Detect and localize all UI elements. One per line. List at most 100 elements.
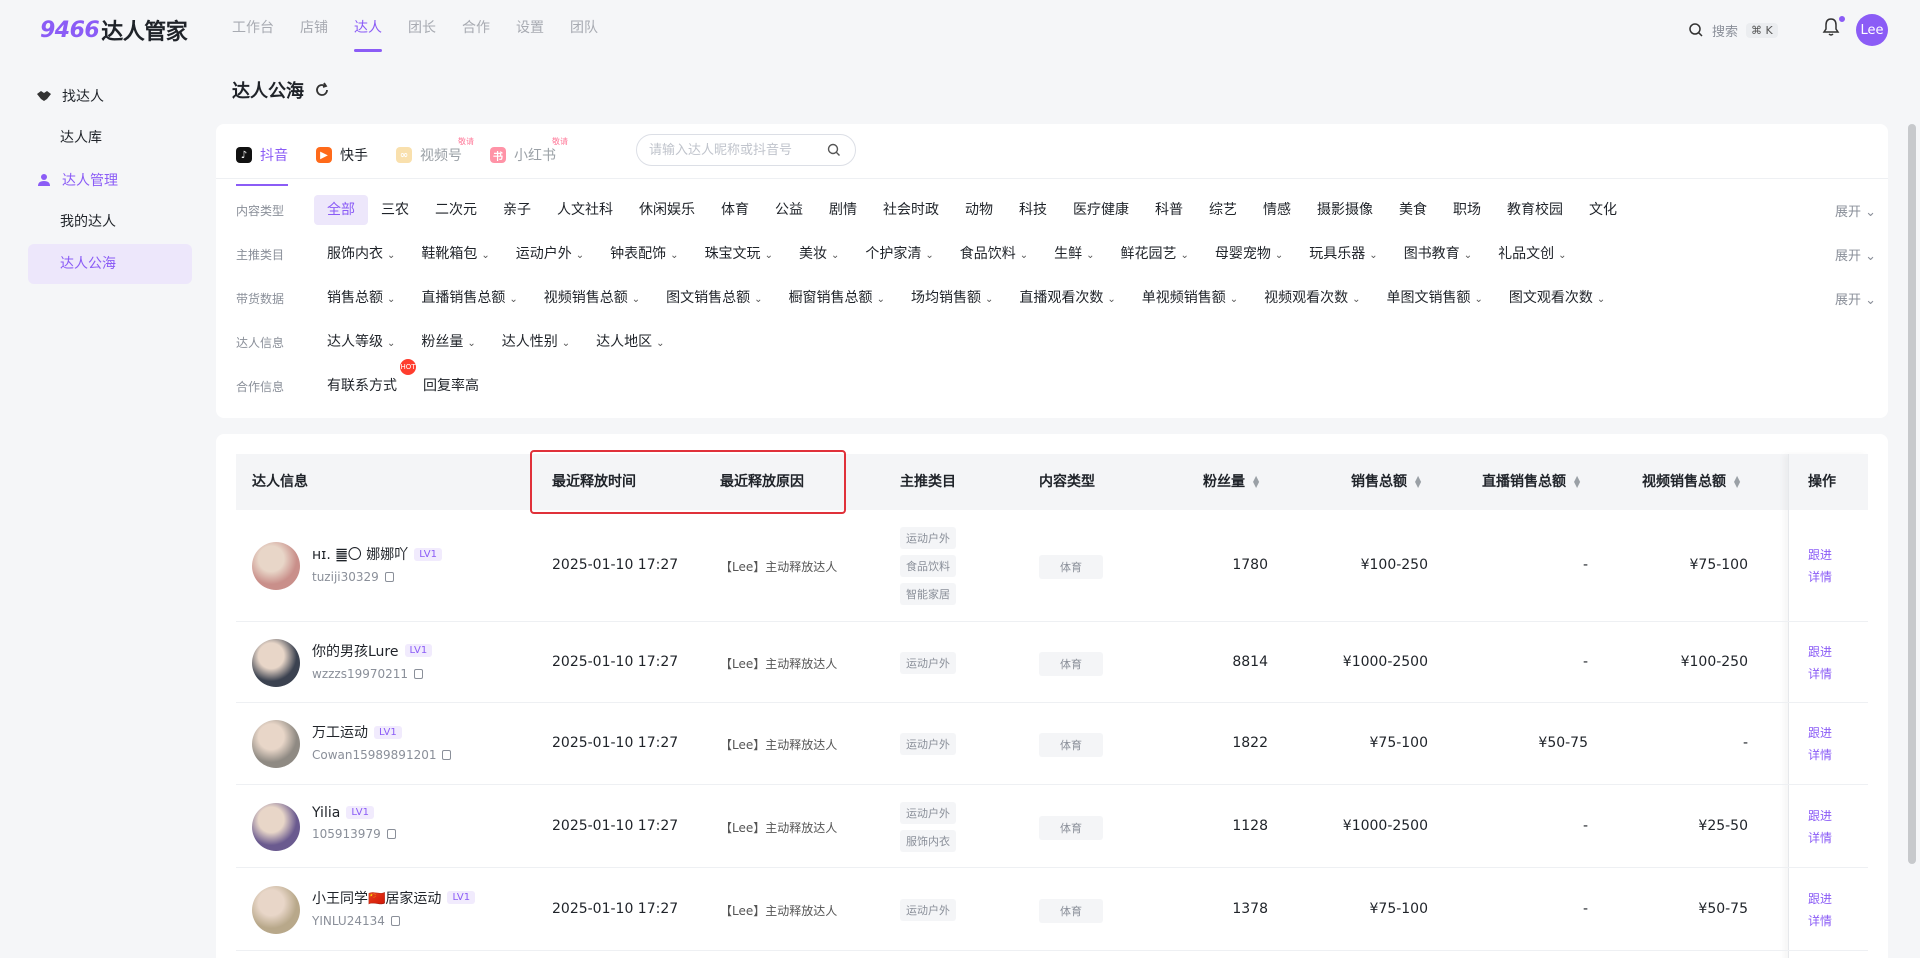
expand-toggle[interactable]: 展开 ⌄: [1835, 201, 1876, 220]
sidebar-group-find-kol[interactable]: 找达人: [28, 76, 192, 116]
filter-chip[interactable]: 达人地区 ⌄: [583, 327, 677, 357]
filter-chip[interactable]: 教育校园: [1494, 195, 1576, 225]
kol-name[interactable]: Yilia: [312, 805, 340, 821]
filter-chip[interactable]: 全部: [314, 195, 368, 225]
chip-has-contact[interactable]: 有联系方式 HOT: [314, 359, 416, 401]
sort-icon[interactable]: ▲ ▼: [1574, 475, 1580, 489]
copy-icon[interactable]: [384, 572, 394, 582]
sidebar-group-kol-management[interactable]: 达人管理: [28, 160, 192, 200]
avatar[interactable]: [252, 542, 300, 590]
sort-icon[interactable]: ▲ ▼: [1253, 475, 1259, 489]
follow-up-link[interactable]: 跟进: [1808, 722, 1832, 744]
filter-chip[interactable]: 运动户外 ⌄: [503, 239, 597, 269]
kol-name[interactable]: 你的男孩Lure: [312, 641, 399, 661]
filter-chip[interactable]: 橱窗销售总额 ⌄: [776, 283, 898, 313]
follow-up-link[interactable]: 跟进: [1808, 641, 1832, 663]
sidebar-item-kol-library[interactable]: 达人库: [28, 118, 192, 158]
filter-chip[interactable]: 服饰内衣 ⌄: [314, 239, 408, 269]
filter-chip[interactable]: 单图文销售额 ⌄: [1374, 283, 1496, 313]
th-video-sales[interactable]: 视频销售总额 ▲ ▼: [1642, 454, 1740, 510]
filter-chip[interactable]: 达人等级 ⌄: [314, 327, 408, 357]
expand-toggle[interactable]: 展开 ⌄: [1835, 289, 1876, 308]
user-avatar[interactable]: Lee: [1856, 14, 1888, 46]
details-link[interactable]: 详情: [1808, 827, 1832, 849]
filter-chip[interactable]: 综艺: [1196, 195, 1250, 225]
th-live-sales[interactable]: 直播销售总额 ▲ ▼: [1482, 454, 1580, 510]
notification-bell-icon[interactable]: [1822, 15, 1846, 41]
avatar[interactable]: [252, 885, 300, 934]
details-link[interactable]: 详情: [1808, 566, 1832, 588]
avatar[interactable]: [252, 720, 300, 768]
filter-chip[interactable]: 直播销售总额 ⌄: [408, 283, 530, 313]
nav-item-workbench[interactable]: 工作台: [232, 0, 274, 60]
filter-chip[interactable]: 钟表配饰 ⌄: [597, 239, 691, 269]
filter-chip[interactable]: 珠宝文玩 ⌄: [692, 239, 786, 269]
filter-chip[interactable]: 科技: [1006, 195, 1060, 225]
nav-item-cooperation[interactable]: 合作: [462, 0, 490, 60]
filter-chip[interactable]: 达人性别 ⌄: [489, 327, 583, 357]
kol-name[interactable]: 万工运动: [312, 722, 368, 742]
filter-chip[interactable]: 科普: [1142, 195, 1196, 225]
filter-chip[interactable]: 视频销售总额 ⌄: [531, 283, 653, 313]
copy-icon[interactable]: [386, 828, 396, 839]
details-link[interactable]: 详情: [1808, 910, 1832, 932]
sidebar-item-my-kol[interactable]: 我的达人: [28, 202, 192, 242]
copy-icon[interactable]: [414, 668, 424, 679]
kol-name[interactable]: 小王同学🇨🇳居家运动: [312, 888, 441, 908]
filter-chip[interactable]: 视频观看次数 ⌄: [1251, 283, 1373, 313]
details-link[interactable]: 详情: [1808, 663, 1832, 685]
copy-icon[interactable]: [442, 750, 452, 760]
filter-chip[interactable]: 剧情: [816, 195, 870, 225]
th-fans[interactable]: 粉丝量 ▲ ▼: [1203, 454, 1259, 510]
filter-chip[interactable]: 粉丝量 ⌄: [408, 327, 488, 357]
filter-chip[interactable]: 生鲜 ⌄: [1041, 239, 1107, 269]
filter-chip[interactable]: 休闲娱乐: [626, 195, 708, 225]
filter-chip[interactable]: 个护家清 ⌄: [852, 239, 946, 269]
filter-chip[interactable]: 玩具乐器 ⌄: [1296, 239, 1390, 269]
follow-up-link[interactable]: 跟进: [1808, 805, 1832, 827]
sidebar-item-kol-pool[interactable]: 达人公海: [28, 244, 192, 284]
filter-chip[interactable]: 体育: [708, 195, 762, 225]
filter-chip[interactable]: 礼品文创 ⌄: [1485, 239, 1579, 269]
filter-chip[interactable]: 情感: [1250, 195, 1304, 225]
filter-chip[interactable]: 图文销售总额 ⌄: [653, 283, 775, 313]
chip-high-reply-rate[interactable]: 回复率高: [410, 371, 492, 401]
filter-chip[interactable]: 亲子: [490, 195, 544, 225]
logo[interactable]: 9466 达人管家: [40, 12, 188, 48]
scrollbar[interactable]: [1908, 124, 1916, 864]
filter-chip[interactable]: 鞋靴箱包 ⌄: [408, 239, 502, 269]
filter-chip[interactable]: 人文社科: [544, 195, 626, 225]
avatar[interactable]: [252, 802, 300, 851]
filter-chip[interactable]: 直播观看次数 ⌄: [1006, 283, 1128, 313]
filter-chip[interactable]: 场均销售额 ⌄: [898, 283, 1006, 313]
kol-name[interactable]: ʜɪ. ䷀〇 娜娜吖: [312, 544, 408, 564]
filter-chip[interactable]: 美妆 ⌄: [786, 239, 852, 269]
filter-chip[interactable]: 美食: [1386, 195, 1440, 225]
copy-icon[interactable]: [390, 915, 400, 926]
nav-item-store[interactable]: 店铺: [300, 0, 328, 60]
tab-shipinhao[interactable]: ∞ 视频号 敬请: [396, 137, 474, 172]
kol-search-input[interactable]: [636, 134, 856, 166]
filter-chip[interactable]: 文化: [1576, 195, 1630, 225]
sort-icon[interactable]: ▲ ▼: [1734, 475, 1740, 489]
filter-chip[interactable]: 医疗健康: [1060, 195, 1142, 225]
sort-icon[interactable]: ▲ ▼: [1415, 475, 1421, 489]
expand-toggle[interactable]: 展开 ⌄: [1835, 245, 1876, 264]
filter-chip[interactable]: 社会时政: [870, 195, 952, 225]
filter-chip[interactable]: 销售总额 ⌄: [314, 283, 408, 313]
filter-chip[interactable]: 母婴宠物 ⌄: [1202, 239, 1296, 269]
filter-chip[interactable]: 二次元: [422, 195, 490, 225]
global-search[interactable]: 搜索 ⌘ K: [1688, 16, 1794, 44]
filter-chip[interactable]: 单视频销售额 ⌄: [1129, 283, 1251, 313]
nav-item-leader[interactable]: 团长: [408, 0, 436, 60]
filter-chip[interactable]: 图书教育 ⌄: [1391, 239, 1485, 269]
tab-douyin[interactable]: ♪ 抖音: [236, 138, 288, 186]
nav-item-team[interactable]: 团队: [570, 0, 598, 60]
details-link[interactable]: 详情: [1808, 744, 1832, 766]
filter-chip[interactable]: 图文观看次数 ⌄: [1496, 283, 1618, 313]
filter-chip[interactable]: 公益: [762, 195, 816, 225]
avatar[interactable]: [252, 638, 300, 687]
search-icon[interactable]: [826, 142, 842, 158]
follow-up-link[interactable]: 跟进: [1808, 888, 1832, 910]
tab-kuaishou[interactable]: ▶ 快手: [316, 138, 368, 172]
